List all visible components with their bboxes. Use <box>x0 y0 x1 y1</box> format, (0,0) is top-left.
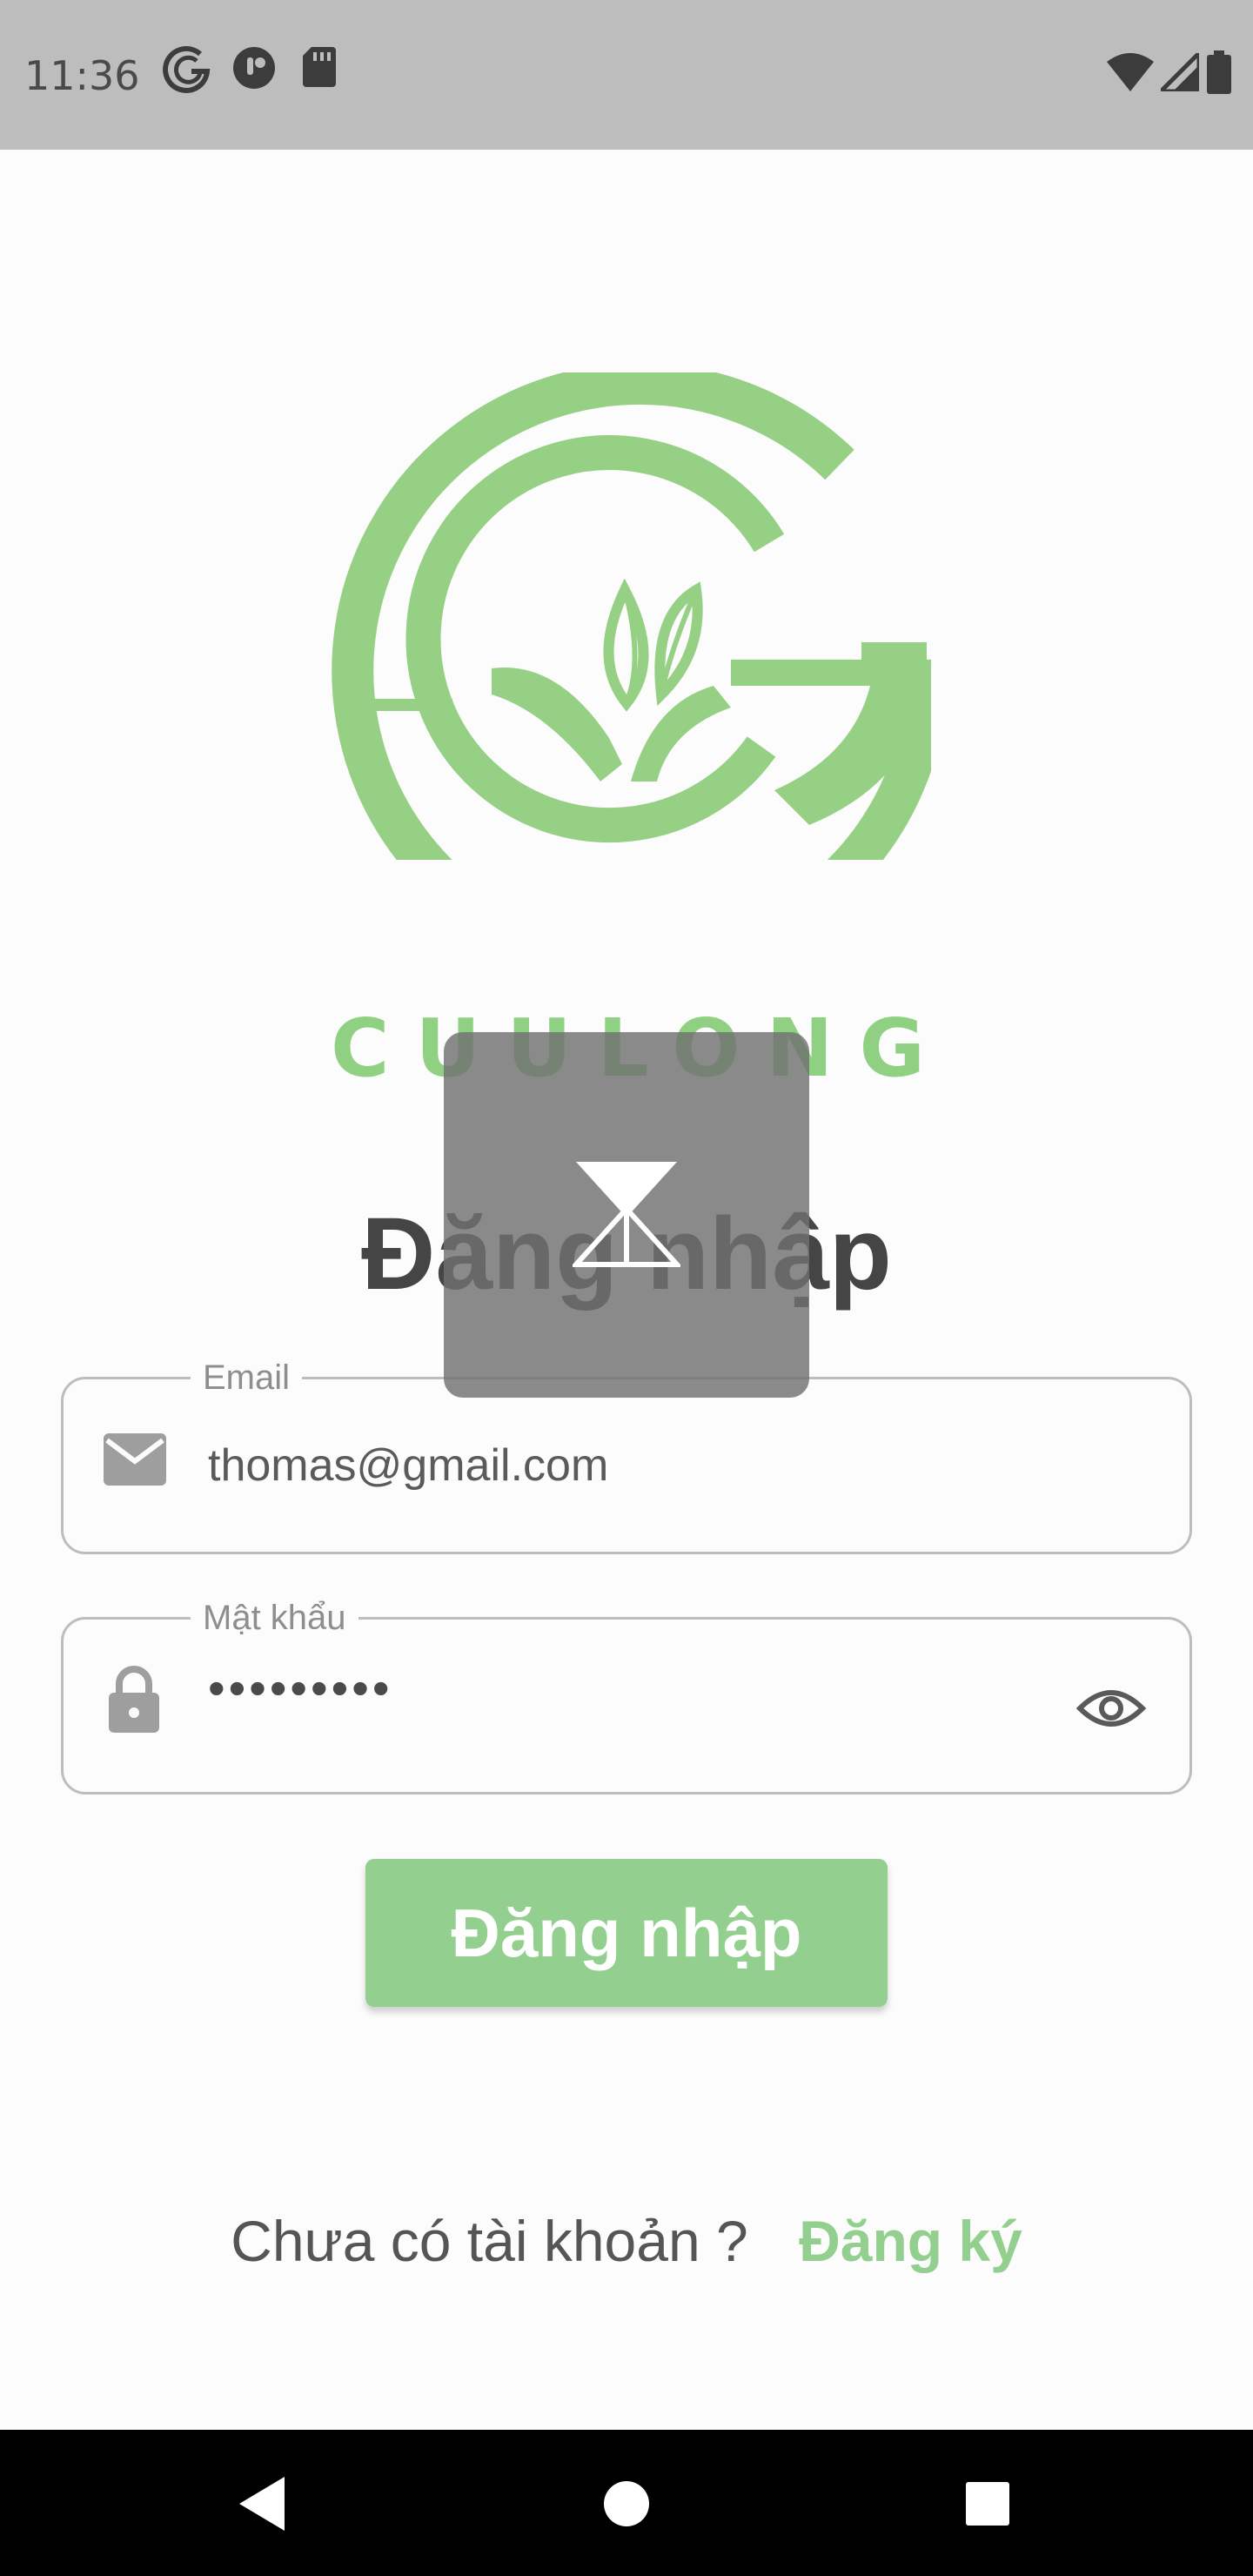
email-input[interactable]: thomas@gmail.com <box>208 1435 608 1496</box>
recents-icon[interactable] <box>948 2465 1027 2543</box>
mail-icon <box>102 1432 168 1491</box>
lock-icon <box>107 1665 161 1738</box>
hourglass-icon <box>570 1158 683 1271</box>
email-field[interactable]: Email thomas@gmail.com <box>61 1357 1192 1554</box>
signup-row: Chưa có tài khoản ? Đăng ký <box>0 2202 1253 2280</box>
password-field[interactable]: Mật khẩu ••••••••• <box>61 1597 1192 1794</box>
sd-card-icon <box>301 45 338 92</box>
wifi-icon <box>1107 53 1154 95</box>
login-button[interactable]: Đăng nhập <box>365 1859 888 2007</box>
status-right-icons <box>1107 47 1232 97</box>
status-bar: 11:36 <box>0 0 1253 150</box>
pocket-icon <box>231 45 277 94</box>
password-input[interactable]: ••••••••• <box>208 1658 392 1719</box>
status-time: 11:36 <box>24 52 140 99</box>
battery-icon <box>1206 50 1232 97</box>
home-icon[interactable] <box>587 2465 666 2543</box>
loading-overlay <box>444 1032 809 1398</box>
eye-icon[interactable] <box>1075 1672 1148 1745</box>
nav-bar <box>0 2430 1253 2576</box>
signup-link[interactable]: Đăng ký <box>799 2209 1022 2273</box>
password-label: Mật khẩu <box>191 1597 358 1639</box>
signup-prompt: Chưa có tài khoản ? <box>231 2209 748 2273</box>
email-label: Email <box>191 1357 303 1399</box>
cuulong-leaf-logo-icon <box>322 362 948 979</box>
back-icon[interactable] <box>223 2465 301 2543</box>
cuulong-app-icon <box>162 45 214 106</box>
signal-icon <box>1155 47 1202 95</box>
